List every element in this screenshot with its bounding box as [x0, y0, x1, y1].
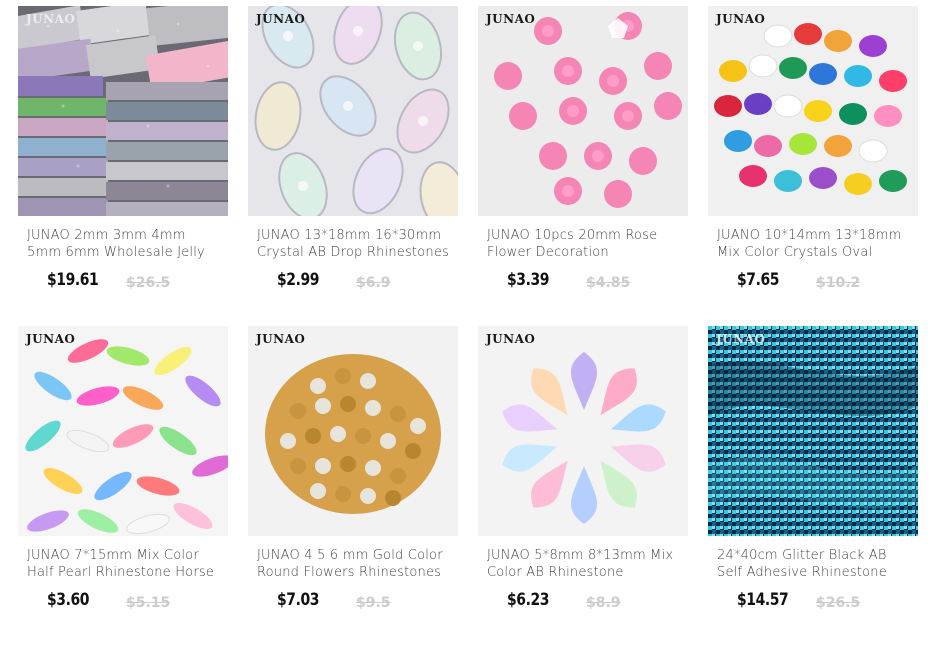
product-card[interactable]: JUNAO 24*40cm Glitter Black AB Self Adhe… — [708, 326, 918, 646]
brand-watermark: JUNAO — [256, 12, 306, 26]
price-row: $7.65 $10.2 — [737, 270, 907, 294]
brand-watermark: JUNAO — [256, 332, 306, 346]
price-row: $3.39 $4.85 — [507, 270, 677, 294]
sale-price: $2.99 — [277, 270, 320, 290]
sale-price: $19.61 — [47, 270, 99, 290]
price-row: $2.99 $6.9 — [277, 270, 447, 294]
price-row: $6.23 $8.9 — [507, 590, 677, 614]
brand-watermark: JUNAO — [26, 332, 76, 346]
product-title[interactable]: JUNAO 5*8mm 8*13mm Mix Color AB Rhinesto… — [487, 547, 683, 581]
original-price: $26.5 — [126, 275, 171, 291]
price-row: $14.57 $26.5 — [737, 590, 907, 614]
product-title[interactable]: JUNAO 13*18mm 16*30mm Crystal AB Drop Rh… — [257, 227, 453, 261]
original-price: $9.5 — [356, 595, 391, 611]
product-image[interactable]: JUNAO — [478, 6, 688, 216]
sale-price: $14.57 — [737, 590, 789, 610]
product-card[interactable]: JUNAO JUNAO 7*15mm Mix Color Half Pearl … — [18, 326, 228, 646]
product-card[interactable]: JUNAO JUNAO 5*8mm 8*13mm Mix Color AB Rh… — [478, 326, 688, 646]
price-row: $7.03 $9.5 — [277, 590, 447, 614]
brand-watermark: JUNAO — [716, 12, 766, 26]
original-price: $26.5 — [816, 595, 861, 611]
product-card[interactable]: JUNAO JUNAO 2mm 3mm 4mm 5mm 6mm Wholesal… — [18, 6, 228, 326]
product-image[interactable]: JUNAO — [18, 6, 228, 216]
sale-price: $3.39 — [507, 270, 550, 290]
sale-price: $7.03 — [277, 590, 320, 610]
original-price: $8.9 — [586, 595, 621, 611]
original-price: $10.2 — [816, 275, 861, 291]
price-row: $3.60 $5.15 — [47, 590, 217, 614]
product-card[interactable]: JUNAO JUANO 10*14mm 13*18mm Mix Color Cr… — [708, 6, 918, 326]
original-price: $4.85 — [586, 275, 631, 291]
product-card[interactable]: JUNAO JUNAO 10pcs 20mm Rose Flower Decor… — [478, 6, 688, 326]
brand-watermark: JUNAO — [486, 332, 536, 346]
product-image[interactable]: JUNAO — [708, 6, 918, 216]
product-title[interactable]: JUNAO 4 5 6 mm Gold Color Round Flowers … — [257, 547, 453, 581]
product-image[interactable]: JUNAO — [708, 326, 918, 536]
product-image[interactable]: JUNAO — [248, 326, 458, 536]
price-row: $19.61 $26.5 — [47, 270, 217, 294]
product-title[interactable]: JUANO 10*14mm 13*18mm Mix Color Crystals… — [717, 227, 913, 261]
brand-watermark: JUNAO — [486, 12, 536, 26]
product-card[interactable]: JUNAO JUNAO 13*18mm 16*30mm Crystal AB D… — [248, 6, 458, 326]
product-card[interactable]: JUNAO JUNAO 4 5 6 mm Gold Color Round Fl… — [248, 326, 458, 646]
brand-watermark: JUNAO — [26, 12, 76, 26]
product-title[interactable]: JUNAO 2mm 3mm 4mm 5mm 6mm Wholesale Jell… — [27, 227, 223, 261]
sale-price: $7.65 — [737, 270, 780, 290]
product-grid: JUNAO JUNAO 2mm 3mm 4mm 5mm 6mm Wholesal… — [18, 6, 918, 646]
product-image[interactable]: JUNAO — [248, 6, 458, 216]
original-price: $6.9 — [356, 275, 391, 291]
original-price: $5.15 — [126, 595, 171, 611]
brand-watermark: JUNAO — [716, 332, 766, 346]
product-title[interactable]: JUNAO 10pcs 20mm Rose Flower Decoration — [487, 227, 683, 261]
product-title[interactable]: 24*40cm Glitter Black AB Self Adhesive R… — [717, 547, 913, 581]
product-title[interactable]: JUNAO 7*15mm Mix Color Half Pearl Rhines… — [27, 547, 223, 581]
sale-price: $6.23 — [507, 590, 550, 610]
product-image[interactable]: JUNAO — [18, 326, 228, 536]
sale-price: $3.60 — [47, 590, 90, 610]
product-image[interactable]: JUNAO — [478, 326, 688, 536]
